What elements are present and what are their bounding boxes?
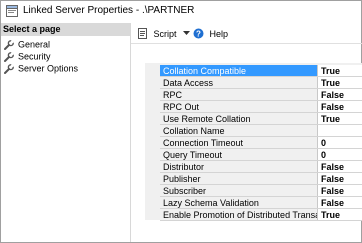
script-label: Script bbox=[153, 28, 177, 39]
window-icon bbox=[6, 5, 18, 17]
property-row[interactable]: Publisher False bbox=[160, 173, 362, 185]
property-row[interactable]: Lazy Schema Validation False bbox=[160, 197, 362, 209]
select-page-header: Select a page bbox=[1, 23, 130, 36]
page-item-label: General bbox=[18, 39, 51, 50]
property-row[interactable]: Use Remote Collation True bbox=[160, 113, 362, 125]
svg-text:?: ? bbox=[196, 30, 201, 39]
property-row[interactable]: RPC False bbox=[160, 89, 362, 101]
help-label: Help bbox=[209, 28, 229, 39]
property-grid-gutter bbox=[145, 63, 160, 220]
page-item-general[interactable]: General bbox=[4, 38, 50, 50]
window-title: Linked Server Properties - .\PARTNER bbox=[23, 5, 195, 16]
page-item-label: Server Options bbox=[18, 63, 79, 74]
property-row[interactable]: RPC Out False bbox=[160, 101, 362, 113]
wrench-icon bbox=[4, 39, 14, 50]
property-row[interactable]: Subscriber False bbox=[160, 185, 362, 197]
page-item-server-options[interactable]: Server Options bbox=[4, 62, 78, 74]
wrench-icon bbox=[4, 51, 14, 62]
property-row[interactable]: Query Timeout 0 bbox=[160, 149, 362, 161]
property-row[interactable]: Connection Timeout 0 bbox=[160, 137, 362, 149]
property-row[interactable]: Collation Compatible True bbox=[160, 65, 362, 77]
toolbar-divider bbox=[131, 43, 362, 44]
page-item-security[interactable]: Security bbox=[4, 50, 51, 62]
properties-window: Linked Server Properties - .\PARTNER Sel… bbox=[0, 0, 362, 243]
property-row[interactable]: Data Access True bbox=[160, 77, 362, 89]
page-selector-panel: Select a page General Security Server Op… bbox=[1, 23, 131, 242]
property-row[interactable]: Enable Promotion of Distributed Transact… bbox=[160, 209, 362, 221]
title-bar: Linked Server Properties - .\PARTNER bbox=[1, 1, 361, 23]
help-button[interactable]: ? Help bbox=[193, 27, 228, 39]
script-button[interactable]: Script bbox=[138, 27, 191, 40]
property-row[interactable]: Collation Name bbox=[160, 125, 362, 137]
script-icon bbox=[138, 28, 147, 40]
wrench-icon bbox=[4, 63, 14, 74]
toolbar: Script ? Help bbox=[131, 23, 362, 43]
help-icon: ? bbox=[193, 28, 204, 39]
chevron-down-icon[interactable] bbox=[183, 31, 191, 36]
property-row[interactable]: Distributor False bbox=[160, 161, 362, 173]
row-divider bbox=[160, 220, 362, 221]
page-item-label: Security bbox=[18, 51, 51, 62]
